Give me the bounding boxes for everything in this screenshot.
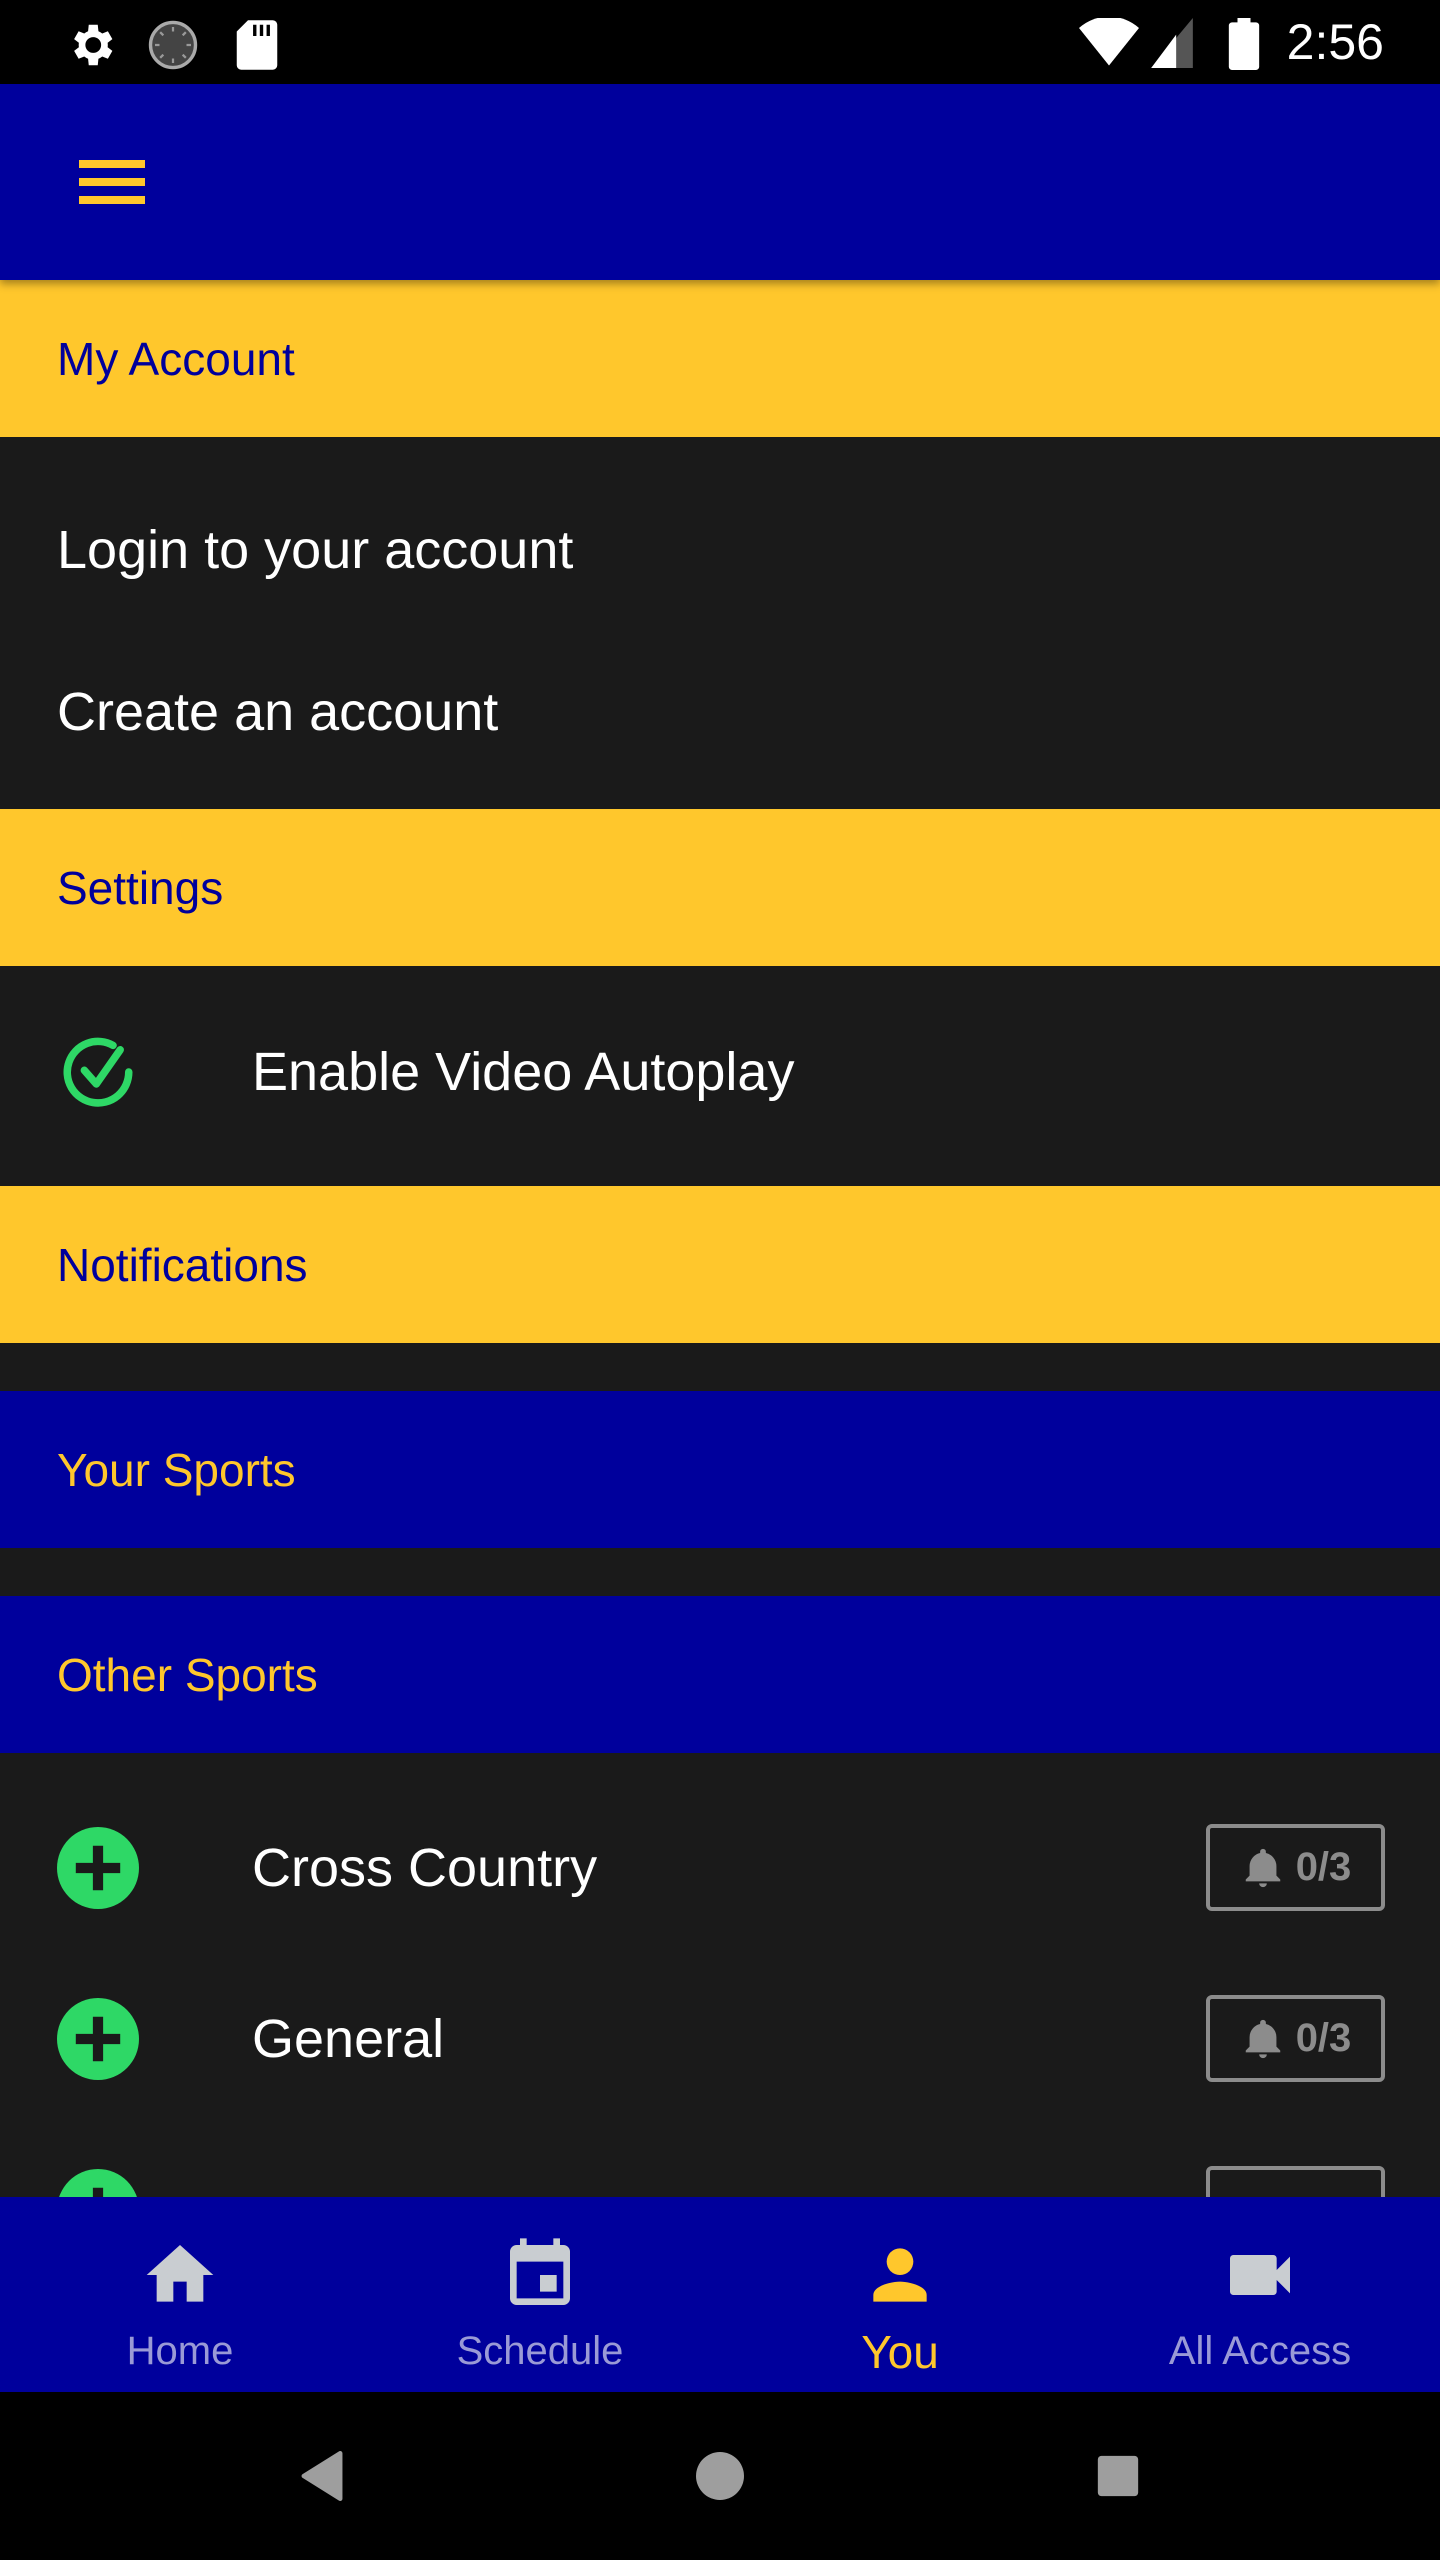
recents-icon [1097, 2455, 1139, 2497]
app-bar [0, 84, 1440, 280]
add-circle-icon[interactable] [57, 2168, 139, 2198]
notification-count-button[interactable]: 0/3 [1206, 1824, 1385, 1911]
sd-card-icon [236, 20, 278, 70]
create-account-label: Create an account [57, 682, 499, 742]
status-time: 2:56 [1286, 14, 1384, 70]
login-label: Login to your account [57, 520, 574, 580]
section-title: Other Sports [57, 1648, 318, 1701]
nav-label: Schedule [456, 2329, 624, 2373]
section-header-your-sports: Your Sports [0, 1391, 1440, 1548]
section-title: Settings [57, 861, 224, 914]
menu-button[interactable] [56, 136, 168, 228]
bell-icon [1245, 2019, 1280, 2058]
sport-label: General [252, 2008, 445, 2069]
login-link[interactable]: Login to your account [0, 469, 1440, 631]
sport-label: Cross Country [252, 1837, 598, 1898]
setting-video-autoplay[interactable]: Enable Video Autoplay [0, 986, 1440, 1157]
nav-label: You [861, 2326, 939, 2378]
section-header-settings: Settings [0, 809, 1440, 966]
notification-count-button[interactable] [1206, 2166, 1385, 2197]
nav-you[interactable]: You [720, 2197, 1080, 2392]
sport-row[interactable]: Cross Country 0/3 [0, 1782, 1440, 1953]
section-header-my-account: My Account [0, 280, 1440, 437]
section-header-other-sports: Other Sports [0, 1596, 1440, 1753]
divider-gap [0, 1343, 1440, 1391]
section-title: My Account [57, 332, 295, 385]
status-bar: 2:56 [0, 0, 1440, 84]
sport-row[interactable]: General 0/3 [0, 1953, 1440, 2124]
notification-count: 0/3 [1295, 1845, 1352, 1889]
sync-icon [148, 20, 198, 70]
nav-home[interactable]: Home [0, 2197, 360, 2392]
video-camera-icon [1230, 2255, 1290, 2295]
notification-count-button[interactable]: 0/3 [1206, 1995, 1385, 2082]
sport-row[interactable] [0, 2124, 1440, 2197]
back-button[interactable] [282, 2436, 362, 2516]
setting-label: Enable Video Autoplay [252, 1041, 795, 1102]
person-icon [873, 2248, 927, 2302]
section-title: Your Sports [57, 1443, 296, 1496]
content-scroll[interactable]: My Account Login to your account Create … [0, 280, 1440, 2197]
bottom-navigation: Home Schedule You All Access [0, 2197, 1440, 2392]
system-navigation-bar [0, 2392, 1440, 2560]
hamburger-menu-icon [79, 160, 145, 204]
other-sports-list: Cross Country 0/3 General 0/3 [0, 1753, 1440, 2197]
back-icon [301, 2451, 343, 2501]
my-account-list: Login to your account Create an account [0, 437, 1440, 809]
nav-label: Home [126, 2329, 234, 2373]
home-icon [146, 2245, 214, 2302]
divider-gap [0, 1548, 1440, 1596]
nav-schedule[interactable]: Schedule [360, 2197, 720, 2392]
battery-icon [1228, 18, 1260, 70]
add-circle-icon[interactable] [57, 1997, 139, 2080]
home-circle-icon [696, 2452, 744, 2500]
section-title: Notifications [57, 1238, 308, 1291]
notification-count: 0/3 [1295, 2016, 1352, 2060]
recents-button[interactable] [1078, 2436, 1158, 2516]
nav-all-access[interactable]: All Access [1080, 2197, 1440, 2392]
section-header-notifications: Notifications [0, 1186, 1440, 1343]
bell-icon [1245, 1848, 1280, 1887]
home-system-button[interactable] [680, 2436, 760, 2516]
calendar-icon [510, 2238, 570, 2305]
check-circle-icon[interactable] [57, 1031, 139, 1113]
signal-icon [1151, 18, 1193, 68]
wifi-icon [1079, 18, 1139, 66]
nav-label: All Access [1168, 2329, 1352, 2373]
create-account-link[interactable]: Create an account [0, 631, 1440, 793]
settings-icon [74, 24, 113, 66]
settings-list: Enable Video Autoplay [0, 966, 1440, 1186]
add-circle-icon[interactable] [57, 1826, 139, 1909]
